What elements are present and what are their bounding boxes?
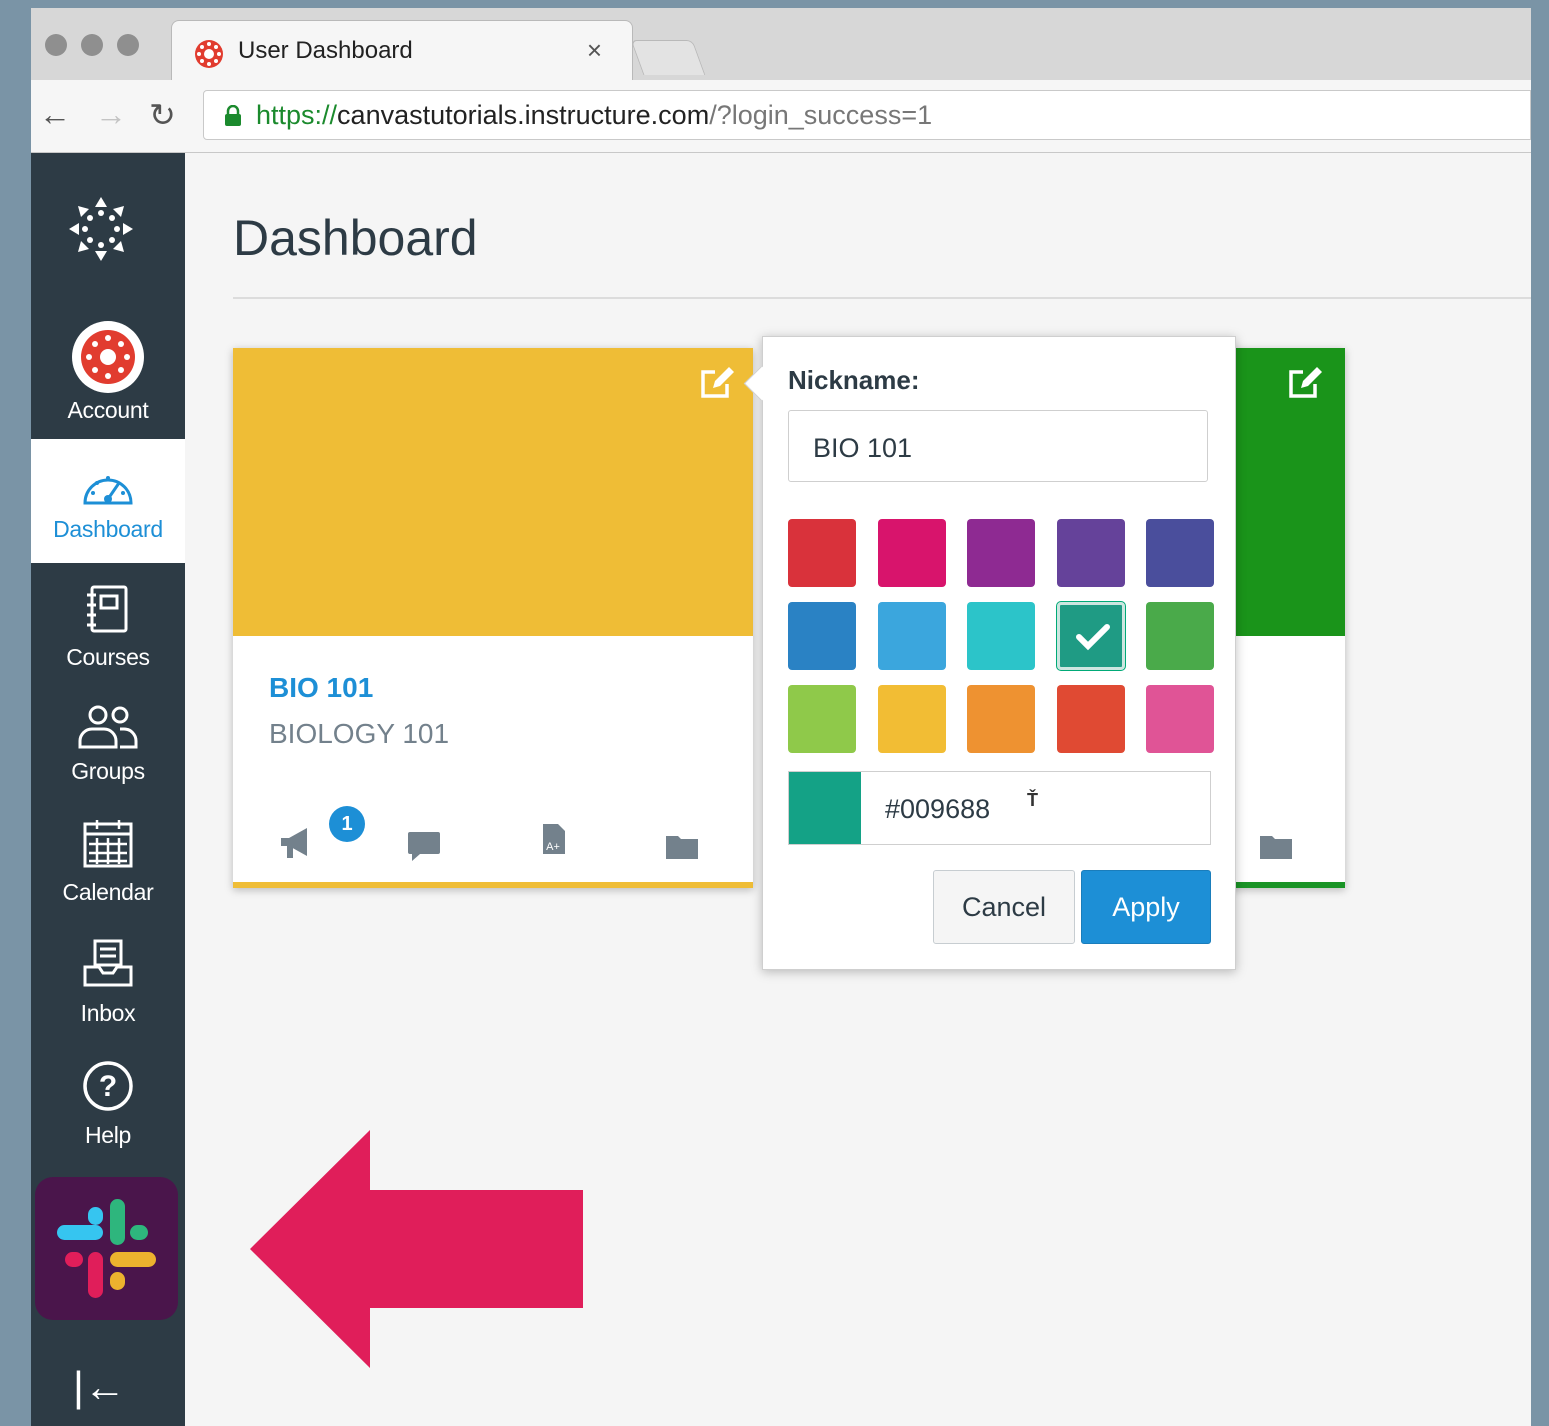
hex-color-value[interactable]: #009688 <box>885 794 990 825</box>
edit-card-2-icon[interactable] <box>1289 366 1323 405</box>
color-swatch[interactable] <box>1057 685 1125 753</box>
color-swatch[interactable] <box>1057 602 1125 670</box>
browser-tab[interactable]: User Dashboard × <box>171 20 633 82</box>
course-card-hero[interactable] <box>233 348 753 636</box>
window-zoom-dot[interactable] <box>117 34 139 56</box>
announcements-icon[interactable] <box>279 826 313 865</box>
courses-icon <box>31 583 185 640</box>
sidebar-item-help[interactable]: ? Help <box>31 1059 185 1149</box>
text-cursor-icon: Ť <box>1027 790 1038 810</box>
files-icon-card-2[interactable] <box>1259 832 1293 865</box>
color-swatch[interactable] <box>967 519 1035 587</box>
url-scheme: https:// <box>256 100 338 130</box>
sidebar-item-label: Inbox <box>80 1000 136 1026</box>
callout-arrow-icon <box>250 1130 584 1373</box>
nickname-input[interactable]: BIO 101 <box>788 410 1208 482</box>
browser-tabstrip: User Dashboard × <box>31 8 1531 82</box>
checkmark-icon <box>1076 624 1110 651</box>
tab-close-icon[interactable]: × <box>587 35 602 66</box>
color-swatch[interactable] <box>1057 519 1125 587</box>
reload-icon[interactable]: ↻ <box>149 96 176 134</box>
svg-text:?: ? <box>99 1070 117 1103</box>
assignments-icon[interactable]: A+ <box>541 822 567 861</box>
calendar-icon <box>31 816 185 875</box>
back-arrow-icon[interactable]: ← <box>39 96 71 133</box>
window-minimize-dot[interactable] <box>81 34 103 56</box>
address-bar[interactable]: https://canvastutorials.instructure.com/… <box>203 90 1531 140</box>
color-swatch[interactable] <box>967 602 1035 670</box>
edit-card-icon[interactable] <box>701 366 735 405</box>
url-path: /?login_success=1 <box>709 100 933 130</box>
url-host: canvastutorials.instructure.com <box>337 100 710 130</box>
sidebar-item-label: Groups <box>71 758 145 784</box>
color-swatch[interactable] <box>878 602 946 670</box>
title-divider <box>233 297 1531 299</box>
cancel-button[interactable]: Cancel <box>933 870 1075 944</box>
sidebar-item-courses[interactable]: Courses <box>31 583 185 671</box>
color-swatch[interactable] <box>788 519 856 587</box>
sidebar-item-groups[interactable]: Groups <box>31 703 185 785</box>
hex-color-input[interactable]: #009688 Ť <box>788 771 1211 845</box>
course-card-actions: 1 A+ <box>273 806 753 878</box>
color-swatch[interactable] <box>788 602 856 670</box>
tab-title: User Dashboard <box>238 37 413 64</box>
files-icon[interactable] <box>665 832 699 865</box>
canvas-logo-icon[interactable] <box>61 189 141 274</box>
sidebar-item-calendar[interactable]: Calendar <box>31 816 185 906</box>
help-icon: ? <box>31 1059 185 1118</box>
sidebar-item-inbox[interactable]: Inbox <box>31 937 185 1027</box>
hex-color-preview <box>789 772 861 844</box>
account-avatar-icon <box>72 321 144 393</box>
slack-app-icon[interactable] <box>35 1177 178 1320</box>
forward-arrow-icon[interactable]: → <box>95 96 127 133</box>
discussions-icon[interactable] <box>407 830 441 867</box>
color-swatch[interactable] <box>967 685 1035 753</box>
sidebar-item-account[interactable]: Account <box>31 301 185 438</box>
sidebar-item-label: Help <box>84 1122 132 1148</box>
sidebar-item-label: Account <box>67 397 149 423</box>
announcements-badge: 1 <box>329 806 365 842</box>
page-title: Dashboard <box>233 210 478 266</box>
new-tab-button[interactable] <box>630 40 706 75</box>
apply-button[interactable]: Apply <box>1081 870 1211 944</box>
inbox-icon <box>31 937 185 996</box>
global-nav-sidebar: Account Dashboard Courses Groups Calenda… <box>31 153 185 1426</box>
color-swatch[interactable] <box>1146 685 1214 753</box>
dashboard-icon <box>31 469 185 512</box>
collapse-nav-icon[interactable]: |← <box>73 1363 126 1411</box>
sidebar-item-label: Dashboard <box>53 516 163 542</box>
course-card-course-name: BIOLOGY 101 <box>269 718 450 749</box>
browser-toolbar: ← → ↻ https://canvastutorials.instructur… <box>31 80 1531 153</box>
lock-icon <box>224 104 242 132</box>
window-close-dot[interactable] <box>45 34 67 56</box>
color-swatch[interactable] <box>878 519 946 587</box>
course-card-nickname[interactable]: BIO 101 <box>269 672 373 704</box>
sidebar-item-label: Calendar <box>62 879 154 905</box>
canvas-favicon-icon <box>194 39 224 74</box>
color-swatch[interactable] <box>788 685 856 753</box>
course-card[interactable]: BIO 101 BIOLOGY 101 1 A+ <box>233 348 753 888</box>
nickname-label: Nickname: <box>788 365 920 395</box>
svg-text:A+: A+ <box>546 841 560 853</box>
url-text: https://canvastutorials.instructure.com/… <box>256 100 932 131</box>
groups-icon <box>31 703 185 754</box>
color-picker-popover: Nickname: BIO 101 #009688 Ť Cancel Apply <box>743 336 1236 970</box>
color-swatch[interactable] <box>1146 602 1214 670</box>
sidebar-item-dashboard[interactable]: Dashboard <box>31 439 185 563</box>
color-swatch[interactable] <box>878 685 946 753</box>
color-swatch[interactable] <box>1146 519 1214 587</box>
sidebar-item-label: Courses <box>66 644 150 670</box>
